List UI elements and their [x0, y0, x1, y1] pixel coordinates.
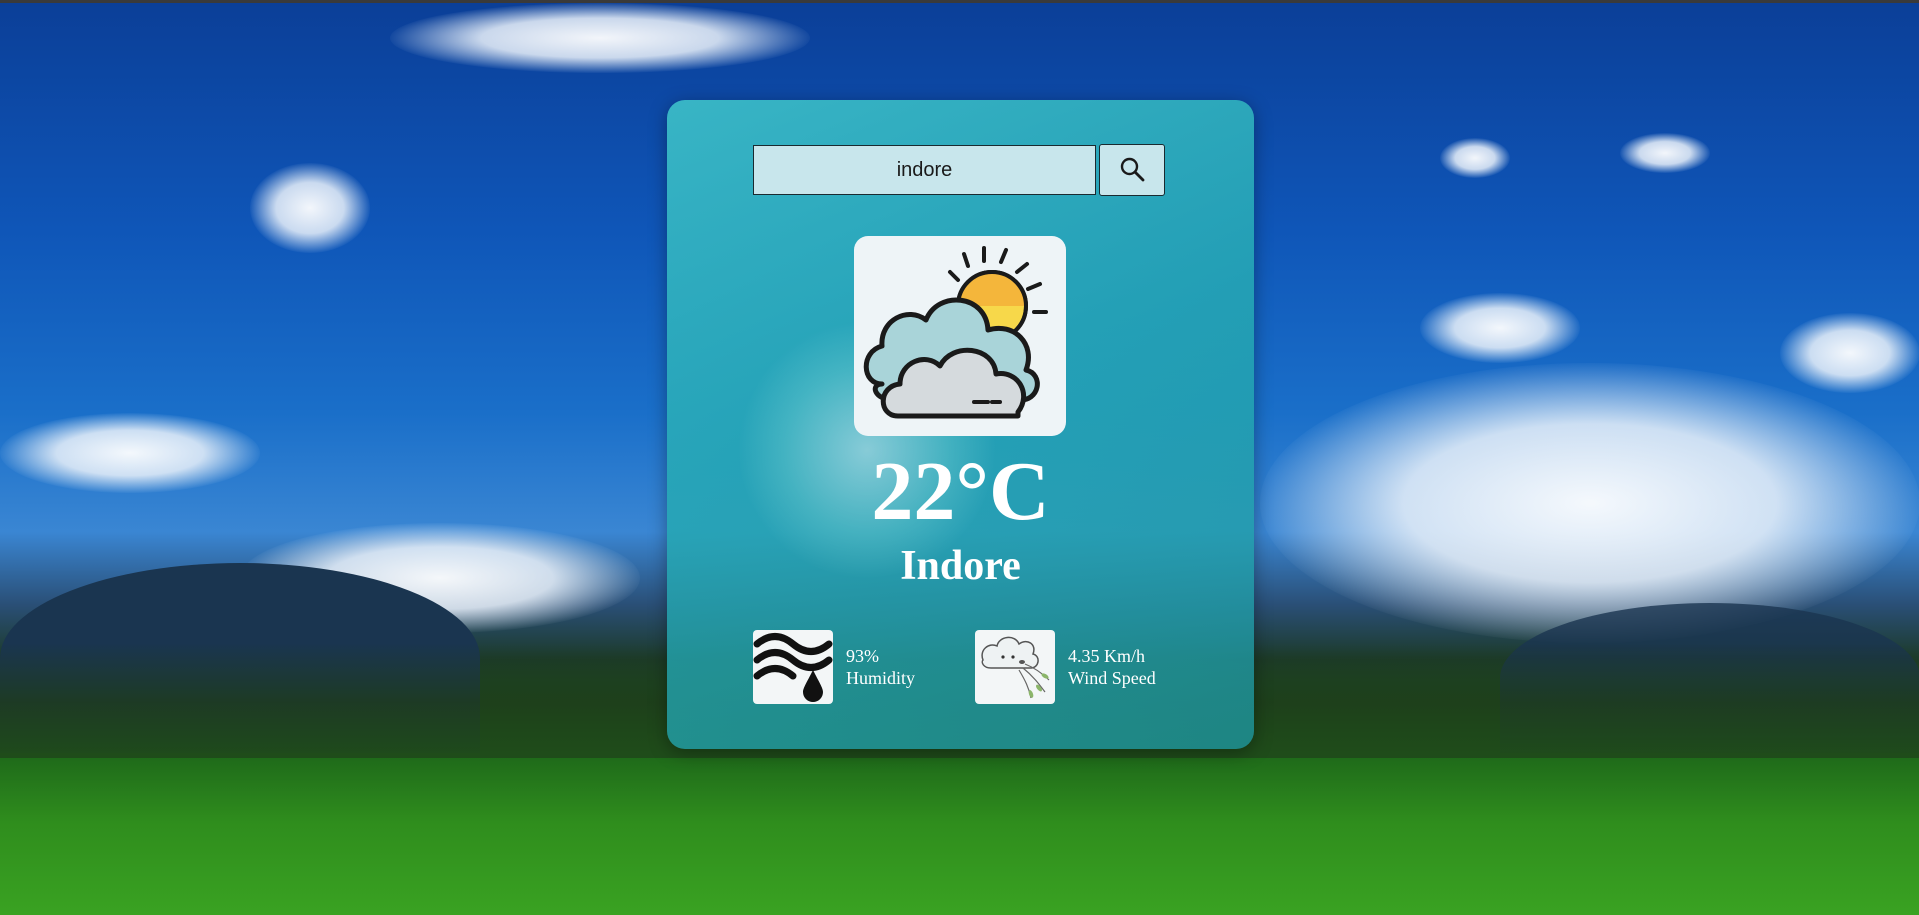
wind-speed-value: 4.35 Km/h	[1068, 646, 1146, 666]
temperature-value: 22°C	[871, 445, 1050, 538]
search-button[interactable]	[1099, 144, 1165, 196]
humidity-label: Humidity	[846, 668, 916, 688]
weather-card: 22°C Indore 93% Humidity	[667, 100, 1254, 749]
search-icon	[1119, 156, 1145, 185]
humidity-icon	[753, 630, 833, 704]
search-bar	[753, 144, 1165, 196]
wind-speed-label: Wind Speed	[1068, 668, 1156, 688]
wind-icon	[975, 630, 1055, 704]
wind-stat: 4.35 Km/h Wind Speed	[975, 630, 1156, 704]
partly-cloudy-icon	[854, 234, 1066, 439]
city-name: Indore	[900, 543, 1021, 589]
humidity-stat: 93% Humidity	[753, 630, 915, 704]
city-search-input[interactable]	[753, 145, 1096, 195]
weather-condition-image	[854, 236, 1066, 436]
humidity-value: 93%	[846, 646, 879, 666]
